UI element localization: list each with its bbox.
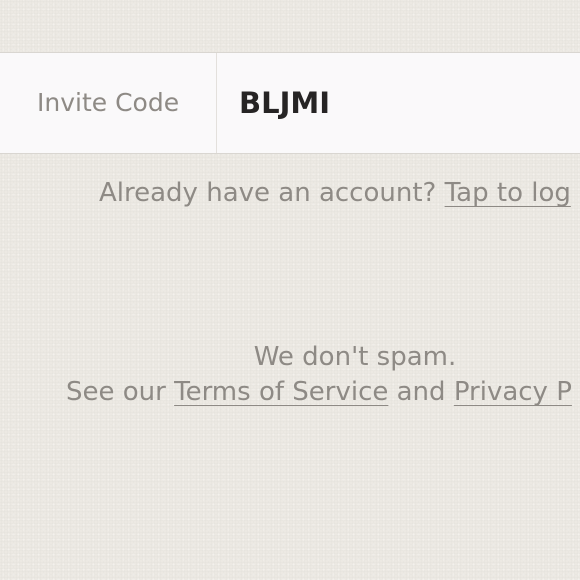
login-prompt: Already have an account? Tap to log <box>99 178 571 208</box>
and-text: and <box>396 377 446 407</box>
privacy-policy-link[interactable]: Privacy P <box>454 377 572 407</box>
invite-code-input[interactable] <box>239 53 579 153</box>
no-spam-text: We don't spam. <box>253 342 457 372</box>
invite-code-label: Invite Code <box>37 88 180 117</box>
invite-code-row: Invite Code <box>0 52 580 154</box>
see-our-text: See our <box>66 377 166 407</box>
tap-to-login-link[interactable]: Tap to log <box>445 178 571 208</box>
legal-links: See our Terms of Service and Privacy P <box>66 377 572 407</box>
field-divider <box>216 53 217 153</box>
terms-of-service-link[interactable]: Terms of Service <box>174 377 388 407</box>
login-prompt-text: Already have an account? <box>99 178 437 208</box>
